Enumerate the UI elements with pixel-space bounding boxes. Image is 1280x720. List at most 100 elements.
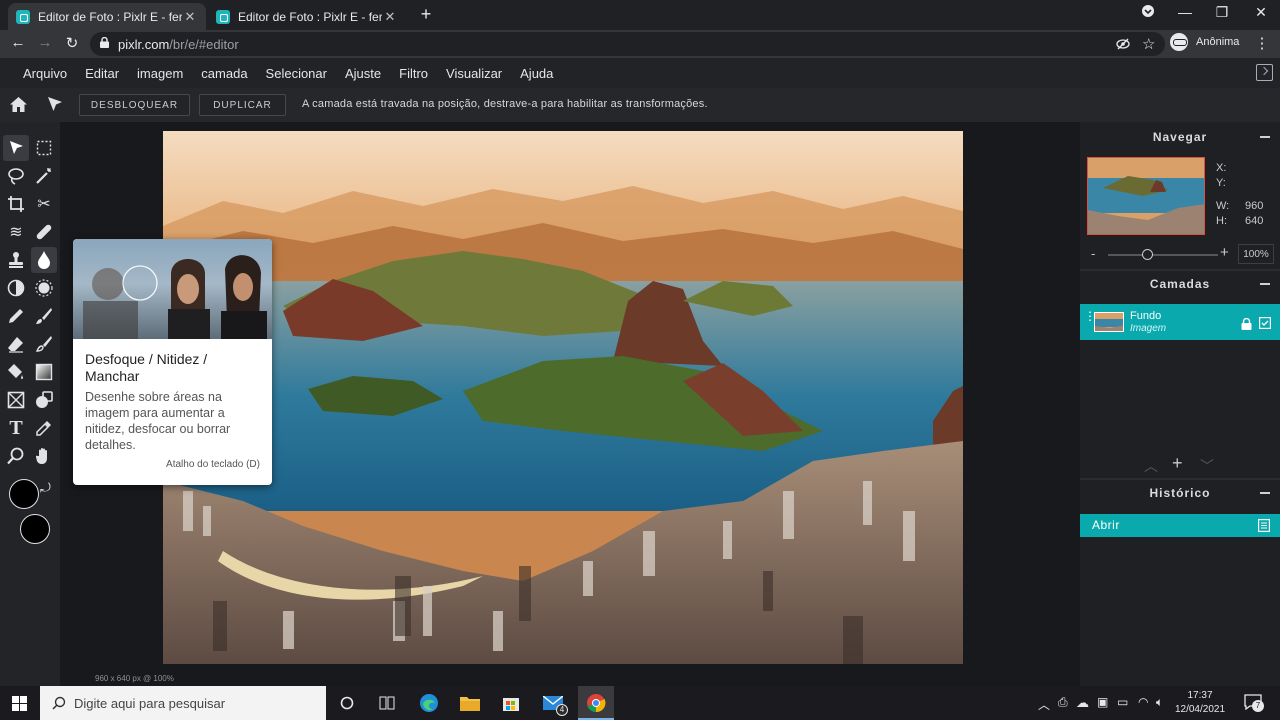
- menu-visualizar[interactable]: Visualizar: [446, 66, 502, 81]
- color-replace-icon[interactable]: [31, 331, 57, 357]
- onedrive-cloud-icon[interactable]: ☁: [1076, 695, 1089, 711]
- marquee-select-icon[interactable]: [31, 135, 57, 161]
- bookmark-star-icon[interactable]: ☆: [1142, 35, 1155, 53]
- navigator-header[interactable]: Navegar: [1080, 123, 1280, 151]
- tab-search-icon[interactable]: [1133, 4, 1163, 21]
- system-clock[interactable]: 17:37 12/04/2021: [1170, 689, 1230, 717]
- address-bar[interactable]: pixlr.com/br/e/#editor ☆: [90, 32, 1165, 56]
- volume-icon[interactable]: 🔈︎: [1156, 695, 1163, 710]
- minimize-window-icon[interactable]: —: [1170, 4, 1200, 20]
- browser-menu-icon[interactable]: ⋮: [1252, 34, 1272, 52]
- file-explorer-icon[interactable]: [457, 690, 483, 716]
- history-item[interactable]: Abrir: [1080, 514, 1280, 537]
- magic-wand-icon[interactable]: [31, 163, 57, 189]
- foreground-color-swatch[interactable]: [9, 479, 39, 509]
- menu-imagem[interactable]: imagem: [137, 66, 183, 81]
- dodge-burn-icon[interactable]: [3, 275, 29, 301]
- lasso-icon[interactable]: [3, 163, 29, 189]
- cortana-circle-icon[interactable]: [334, 690, 360, 716]
- zoom-in-button[interactable]: +: [1220, 244, 1229, 261]
- tooltip-title: Desfoque / Nitidez / Manchar: [85, 351, 208, 384]
- swap-colors-icon[interactable]: ⤾: [40, 480, 51, 496]
- chrome-taskbar-button[interactable]: [578, 686, 614, 720]
- shape-tool-icon[interactable]: [31, 387, 57, 413]
- collapse-minus-icon[interactable]: [1260, 492, 1270, 494]
- zoom-magnifier-icon[interactable]: [3, 443, 29, 469]
- tray-screen-icon[interactable]: ▣: [1097, 695, 1108, 709]
- wifi-icon[interactable]: ◠: [1138, 695, 1148, 709]
- brush-icon[interactable]: [31, 303, 57, 329]
- menu-selecionar[interactable]: Selecionar: [266, 66, 327, 81]
- incognito-profile-button[interactable]: Anônima: [1170, 33, 1239, 51]
- back-arrow-icon[interactable]: ←: [8, 34, 28, 51]
- move-layer-up-icon[interactable]: ︿: [1144, 456, 1158, 476]
- arrange-pointer-icon[interactable]: [48, 97, 62, 112]
- menu-camada[interactable]: camada: [201, 66, 247, 81]
- layer-visibility-checkbox-icon[interactable]: [1259, 317, 1271, 329]
- sponge-icon[interactable]: [31, 275, 57, 301]
- move-layer-down-icon[interactable]: ﹀: [1200, 456, 1214, 476]
- menu-filtro[interactable]: Filtro: [399, 66, 428, 81]
- close-window-icon[interactable]: ✕: [1246, 4, 1276, 21]
- navigator-thumbnail[interactable]: [1087, 157, 1205, 235]
- text-tool-icon[interactable]: T: [3, 415, 29, 441]
- edge-browser-icon[interactable]: [416, 690, 442, 716]
- eraser-icon[interactable]: [3, 331, 29, 357]
- taskbar-search-box[interactable]: Digite aqui para pesquisar: [40, 686, 326, 720]
- collapse-panel-icon[interactable]: [1256, 64, 1273, 81]
- arrange-tool-icon[interactable]: [3, 135, 29, 161]
- duplicate-button[interactable]: DUPLICAR: [199, 94, 286, 116]
- layers-header[interactable]: Camadas: [1080, 270, 1280, 298]
- browser-tab-2[interactable]: Editor de Foto : Pixlr E - ferramen ✕: [208, 3, 406, 30]
- hand-pan-icon[interactable]: [31, 443, 57, 469]
- liquify-icon[interactable]: ≋: [3, 219, 29, 245]
- windows-start-icon[interactable]: [12, 696, 27, 711]
- microsoft-store-icon[interactable]: [498, 690, 524, 716]
- zoom-slider-handle[interactable]: [1141, 249, 1153, 260]
- canvas-image[interactable]: [163, 131, 963, 664]
- zoom-percent-field[interactable]: 100%: [1238, 244, 1274, 264]
- close-tab-icon[interactable]: ✕: [382, 9, 398, 25]
- tracking-blocked-eye-icon[interactable]: [1116, 37, 1130, 51]
- maximize-window-icon[interactable]: ❐: [1207, 4, 1237, 21]
- notifications-icon[interactable]: 7: [1244, 694, 1264, 712]
- menu-editar[interactable]: Editar: [85, 66, 119, 81]
- cutout-scissors-icon[interactable]: ✂: [31, 191, 57, 217]
- menu-ajuda[interactable]: Ajuda: [520, 66, 553, 81]
- browser-toolbar: ← → ↻ pixlr.com/br/e/#editor ☆ Anônima ⋮: [0, 30, 1280, 58]
- crop-icon[interactable]: [3, 191, 29, 217]
- tray-device-icon[interactable]: ⎙: [1058, 695, 1068, 710]
- new-tab-button[interactable]: +: [416, 4, 436, 25]
- zoom-out-button[interactable]: -: [1091, 246, 1095, 261]
- background-color-swatch[interactable]: [20, 514, 50, 544]
- pencil-icon[interactable]: [3, 303, 29, 329]
- layer-row[interactable]: ⋮ Fundo Imagem: [1080, 304, 1280, 340]
- collapse-minus-icon[interactable]: [1260, 136, 1270, 138]
- home-icon[interactable]: [10, 97, 27, 112]
- unlock-button[interactable]: DESBLOQUEAR: [79, 94, 190, 116]
- forward-arrow-icon[interactable]: →: [35, 34, 55, 51]
- zoom-slider-track[interactable]: [1108, 254, 1218, 256]
- mail-icon[interactable]: 4: [540, 690, 568, 716]
- blur-sharpen-drop-icon[interactable]: [31, 247, 57, 273]
- reload-icon[interactable]: ↻: [62, 34, 82, 52]
- task-view-icon[interactable]: [374, 690, 400, 716]
- clone-stamp-icon[interactable]: [3, 247, 29, 273]
- nav-h-label: H:: [1216, 215, 1227, 227]
- draw-shape-icon[interactable]: [3, 387, 29, 413]
- close-tab-icon[interactable]: ✕: [182, 9, 198, 25]
- heal-bandage-icon[interactable]: [31, 219, 57, 245]
- menu-ajuste[interactable]: Ajuste: [345, 66, 381, 81]
- browser-tab-1[interactable]: Editor de Foto : Pixlr E - ferramen ✕: [8, 3, 206, 30]
- gradient-icon[interactable]: [31, 359, 57, 385]
- app-menubar: Arquivo Editar imagem camada Selecionar …: [0, 58, 1280, 88]
- show-hidden-icons-icon[interactable]: ︿: [1038, 696, 1050, 713]
- menu-arquivo[interactable]: Arquivo: [23, 66, 67, 81]
- fill-bucket-icon[interactable]: [3, 359, 29, 385]
- add-layer-icon[interactable]: +: [1172, 453, 1183, 474]
- collapse-minus-icon[interactable]: [1260, 283, 1270, 285]
- history-header[interactable]: Histórico: [1080, 479, 1280, 507]
- battery-icon[interactable]: ▭: [1117, 695, 1128, 709]
- eyedropper-icon[interactable]: [31, 415, 57, 441]
- layer-lock-icon[interactable]: [1241, 318, 1252, 330]
